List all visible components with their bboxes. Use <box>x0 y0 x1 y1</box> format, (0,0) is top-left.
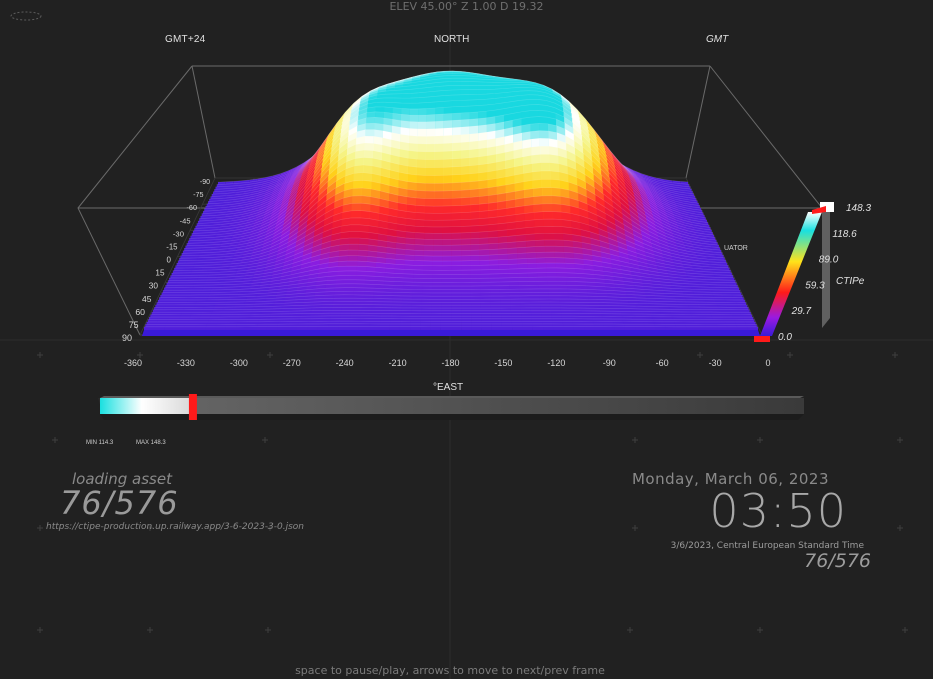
max-value-label: MAX 148.3 <box>136 440 166 446</box>
x-tick-label: -360 <box>124 358 142 368</box>
frame-counter: 76/576 <box>804 550 871 572</box>
plus-marker <box>757 437 763 443</box>
x-tick-label: -90 <box>603 358 616 368</box>
plus-marker <box>902 627 908 633</box>
colorbar-tick-label: 118.6 <box>832 229 857 240</box>
plus-marker <box>267 352 273 358</box>
progress-fill <box>100 398 193 414</box>
latitude-tick-label: -30 <box>173 229 184 238</box>
latitude-tick-label: 90 <box>122 333 132 343</box>
x-tick-label: -150 <box>494 358 512 368</box>
x-tick-label: -180 <box>441 358 459 368</box>
label-north: NORTH <box>434 34 469 45</box>
label-gmt-plus-24: GMT+24 <box>165 34 206 45</box>
colorbar-variable-label: CTIPe <box>836 276 865 287</box>
spinner-icon <box>10 11 42 21</box>
x-tick-label: -330 <box>177 358 195 368</box>
x-axis-title: °EAST <box>433 382 463 393</box>
plus-marker <box>262 437 268 443</box>
plus-marker <box>892 352 898 358</box>
keyboard-hint: space to pause/play, arrows to move to n… <box>295 664 605 677</box>
latitude-tick-label: -60 <box>186 203 197 212</box>
plus-marker <box>265 627 271 633</box>
asset-url: https://ctipe-production.up.railway.app/… <box>46 522 305 532</box>
plus-marker <box>37 352 43 358</box>
label-gmt: GMT <box>706 34 729 45</box>
colorbar-min-handle[interactable] <box>754 336 770 342</box>
plus-marker <box>52 437 58 443</box>
loading-progress-bar[interactable] <box>98 394 804 420</box>
latitude-tick-label: 30 <box>149 281 159 291</box>
x-tick-label: -300 <box>230 358 248 368</box>
x-tick-label: 0 <box>765 358 770 368</box>
latitude-tick-label: -90 <box>200 179 210 186</box>
x-tick-label: -210 <box>389 358 407 368</box>
camera-readout: ELEV 45.00° Z 1.00 D 19.32 <box>389 0 544 13</box>
plus-marker <box>147 627 153 633</box>
progress-handle[interactable] <box>188 394 197 420</box>
x-tick-label: -60 <box>656 358 669 368</box>
x-tick-label: -240 <box>336 358 354 368</box>
plus-marker <box>37 627 43 633</box>
colorbar-tick-label: 59.3 <box>805 280 825 291</box>
colorbar-tick-label: 89.0 <box>819 255 839 266</box>
x-tick-label: -120 <box>547 358 565 368</box>
plus-marker <box>787 352 793 358</box>
x-tick-label: -270 <box>283 358 301 368</box>
latitude-tick-label: 0 <box>167 256 172 265</box>
x-axis-ticks: -360 -330 -300 -270 -240 -210 -180 -150 -120 -90-… <box>124 358 771 368</box>
plus-marker <box>697 352 703 358</box>
latitude-tick-label: 15 <box>155 269 165 278</box>
latitude-tick-label: -15 <box>166 242 178 251</box>
latitude-tick-label: 75 <box>129 320 139 330</box>
colorbar-tick-label: 29.7 <box>791 306 812 317</box>
colorbar <box>754 202 834 342</box>
plus-marker <box>897 437 903 443</box>
data-surface <box>142 70 760 336</box>
label-equator: UATOR <box>724 245 748 252</box>
colorbar-tick-label: 0.0 <box>778 332 792 343</box>
plus-marker <box>627 627 633 633</box>
visualization-canvas[interactable]: GMT+24 NORTH GMT UATOR -360 -330 -300 -270-… <box>0 0 933 679</box>
plus-marker <box>632 525 638 531</box>
plus-marker <box>897 525 903 531</box>
min-value-label: MIN 114.3 <box>86 440 114 446</box>
plus-marker <box>37 525 43 531</box>
latitude-tick-label: 45 <box>142 294 152 304</box>
latitude-tick-label: -75 <box>193 190 203 199</box>
loading-count: 76/576 <box>60 484 179 522</box>
latitude-tick-label: -45 <box>180 216 191 225</box>
time-label: 03:50 <box>709 484 847 538</box>
colorbar-tick-label: 148.3 <box>846 203 871 214</box>
latitude-tick-label: 60 <box>135 307 145 317</box>
x-tick-label: -30 <box>709 358 722 368</box>
plus-marker <box>757 627 763 633</box>
plus-marker <box>632 437 638 443</box>
